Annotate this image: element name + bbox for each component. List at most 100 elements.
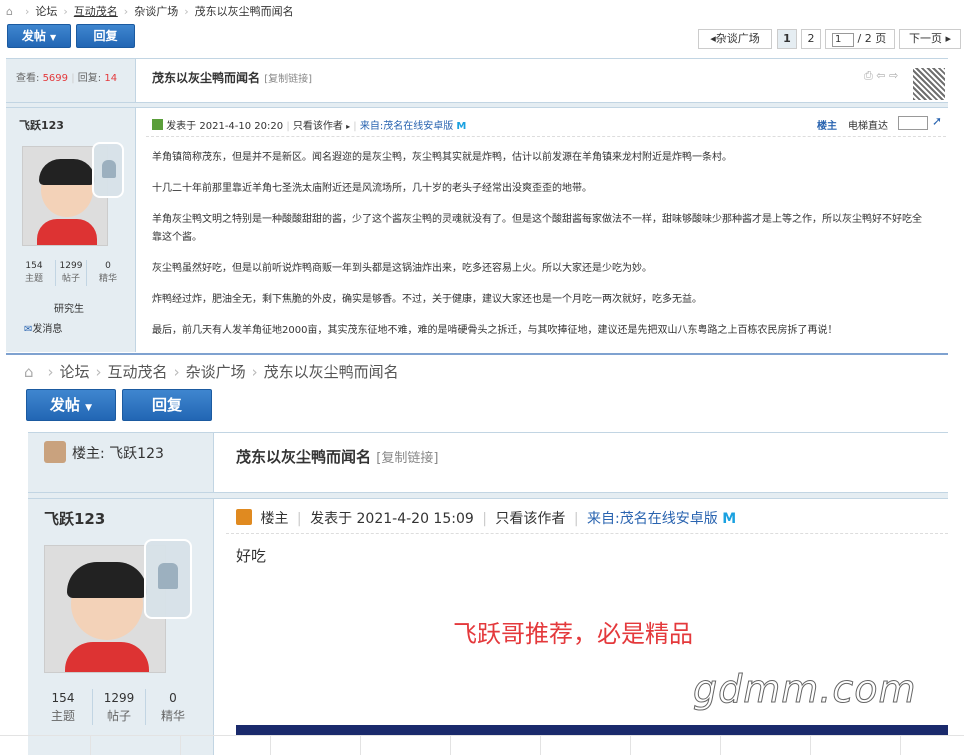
pager-next-label: 下一页	[908, 32, 942, 45]
author-rank: 研究生	[54, 304, 84, 315]
app-logo-icon: M	[456, 121, 467, 132]
breadcrumb-large: ⌂ › 论坛 › 互动茂名 › 杂谈广场 › 茂东以灰尘鸭而闻名	[24, 361, 399, 382]
grid-line	[540, 735, 541, 755]
breadcrumb-forum[interactable]: 论坛	[35, 3, 57, 19]
reply-button[interactable]: 回复	[76, 24, 135, 48]
pager-jump: 1 / 2 页	[825, 29, 895, 49]
go-icon[interactable]: ➚	[932, 114, 942, 128]
author-name[interactable]: 飞跃123	[19, 117, 64, 133]
elevator-label: 电梯直达	[848, 121, 888, 132]
post-paragraph-6: 最后，前几天有人发羊角征地2000亩，其实茂东征地不难，难的是啃硬骨头之拆迁，与…	[152, 325, 838, 336]
pager-page-1[interactable]: 1	[777, 29, 797, 49]
author-stat-posts: 1299 帖子	[55, 260, 87, 286]
post-body: 羊角镇简称茂东，但是并不是新区。闻名遐迩的是灰尘鸭，灰尘鸭其实就是炸鸭，估计以前…	[152, 149, 927, 353]
recommend-text: 飞跃哥推荐，必是精品	[453, 620, 693, 648]
page-input[interactable]: 1	[832, 33, 854, 47]
chevron-right-icon: ▸	[346, 122, 351, 131]
user-badge-icon	[236, 509, 252, 525]
app-logo-icon-large: M	[722, 511, 737, 527]
print-icon[interactable]: ⎙ ⇦ ⇨	[864, 69, 898, 83]
pager-next[interactable]: 下一页 ▸	[899, 29, 961, 49]
pager-total: / 2 页	[857, 32, 887, 45]
grid-line	[360, 735, 361, 755]
floor-label-large[interactable]: 楼主	[260, 511, 288, 527]
views-count: 5699	[42, 73, 69, 84]
breadcrumb: ⌂ › 论坛 › 互动茂名 › 杂谈广场 › 茂东以灰尘鸭而闻名	[6, 3, 294, 19]
thread-title: 茂东以灰尘鸭而闻名 [复制链接]	[152, 69, 312, 86]
post-button-large[interactable]: 发帖 ▼	[26, 389, 116, 421]
chevron-down-icon: ▼	[50, 33, 57, 42]
home-icon-large[interactable]: ⌂	[24, 363, 34, 381]
android-icon	[102, 160, 116, 178]
qr-code-icon[interactable]	[913, 68, 945, 100]
home-icon[interactable]: ⌂	[6, 5, 13, 18]
op-label: 楼主: 飞跃123	[44, 441, 164, 463]
floor-label[interactable]: 楼主	[817, 117, 837, 132]
grid-line	[0, 735, 964, 736]
replies-label: 回复:	[77, 73, 102, 84]
post-paragraph-1: 羊角镇简称茂东，但是并不是新区。闻名遐迩的是灰尘鸭，灰尘鸭其实就是炸鸭，估计以前…	[152, 152, 732, 163]
source-link-large[interactable]: 来自:茂名在线安卓版	[587, 511, 718, 527]
bottom-screenshot: ⌂ › 论坛 › 互动茂名 › 杂谈广场 › 茂东以灰尘鸭而闻名 发帖 ▼ 回复…	[0, 355, 964, 755]
grid-line	[810, 735, 811, 755]
post-button[interactable]: 发帖 ▼	[7, 24, 71, 48]
reply-button-large[interactable]: 回复	[122, 389, 212, 421]
pager-prev[interactable]: ◂杂谈广场	[698, 29, 772, 49]
post-paragraph-2: 十几二十年前那里靠近羊角七圣洗太庙附近还是风流场所，几十岁的老头子经常出没爽歪歪…	[152, 183, 592, 194]
post-paragraph-4: 灰尘鸭虽然好吃，但是以前听说炸鸭商贩一年到头都是这锅油炸出来，吃多还容易上火。所…	[152, 263, 652, 274]
source-link[interactable]: 来自:茂名在线安卓版	[360, 121, 453, 132]
breadcrumb-forum-large[interactable]: 论坛	[60, 361, 90, 382]
grid-line	[900, 735, 901, 755]
grid-line	[720, 735, 721, 755]
top-screenshot: ⌂ › 论坛 › 互动茂名 › 杂谈广场 › 茂东以灰尘鸭而闻名 发帖 ▼ 回复…	[0, 0, 964, 355]
online-status-icon	[152, 119, 163, 130]
post-time-large: 发表于 2021-4-20 15:09	[310, 511, 474, 527]
author-stat-digest-large: 0 精华	[160, 691, 185, 723]
breadcrumb-current: 茂东以灰尘鸭而闻名	[194, 5, 294, 18]
post-meta-divider	[146, 136, 946, 137]
send-message-link[interactable]: ✉发消息	[24, 320, 62, 335]
android-icon-large	[158, 563, 178, 589]
breadcrumb-hudong-large[interactable]: 互动茂名	[108, 361, 168, 382]
post-button-large-label: 发帖	[49, 396, 80, 414]
post-paragraph-3: 羊角灰尘鸭文明之特别是一种酸酸甜甜的酱，少了这个酱灰尘鸭的灵魂就没有了。但是这个…	[152, 214, 922, 243]
post-meta-large: 楼主 | 发表于 2021-4-20 15:09 | 只看该作者 | 来自:茂名…	[236, 508, 736, 528]
chevron-down-icon-large: ▼	[85, 403, 93, 413]
grid-line	[270, 735, 271, 755]
android-card-large	[144, 539, 192, 619]
thread-title-text: 茂东以灰尘鸭而闻名	[152, 71, 261, 85]
post-body-large: 好吃	[236, 547, 267, 565]
breadcrumb-hudong[interactable]: 互动茂名	[74, 3, 118, 19]
grid-line	[180, 735, 181, 755]
author-name-large[interactable]: 飞跃123	[44, 508, 105, 529]
thread-title-large-text: 茂东以灰尘鸭而闻名	[236, 448, 372, 466]
author-stat-posts-large: 1299 帖子	[92, 689, 146, 725]
send-message-label: 发消息	[32, 324, 63, 335]
thread-title-large: 茂东以灰尘鸭而闻名 [复制链接]	[236, 446, 438, 467]
only-author-link[interactable]: 只看该作者	[293, 121, 343, 132]
only-author-link-large[interactable]: 只看该作者	[495, 511, 565, 527]
copy-link[interactable]: [复制链接]	[264, 74, 312, 85]
android-card	[92, 142, 124, 198]
author-stat-topics-large: 154 主题	[50, 691, 75, 723]
breadcrumb-zatan[interactable]: 杂谈广场	[134, 3, 178, 19]
post-meta: 发表于 2021-4-10 20:20 | 只看该作者 ▸ | 来自:茂名在线安…	[152, 117, 466, 132]
grid-line	[630, 735, 631, 755]
post-meta-divider-large	[226, 533, 948, 534]
reply-button-large-label: 回复	[151, 396, 182, 414]
reply-button-label: 回复	[93, 29, 118, 43]
thread-stats: 查看: 5699 | 回复: 14	[16, 73, 118, 84]
elevator-input[interactable]	[898, 116, 928, 130]
thread-header-divider	[6, 102, 948, 108]
grid-line	[90, 735, 91, 755]
author-stat-digest: 0 精华	[98, 261, 117, 284]
views-label: 查看:	[16, 73, 40, 84]
post-bottom-bar	[236, 725, 948, 735]
pager-page-2[interactable]: 2	[801, 29, 821, 49]
post-time: 发表于 2021-4-10 20:20	[166, 121, 284, 132]
breadcrumb-zatan-large[interactable]: 杂谈广场	[186, 361, 246, 382]
copy-link-large[interactable]: [复制链接]	[376, 451, 438, 466]
op-label-text: 楼主: 飞跃123	[72, 446, 164, 462]
grid-line	[450, 735, 451, 755]
op-avatar-icon	[44, 441, 66, 463]
